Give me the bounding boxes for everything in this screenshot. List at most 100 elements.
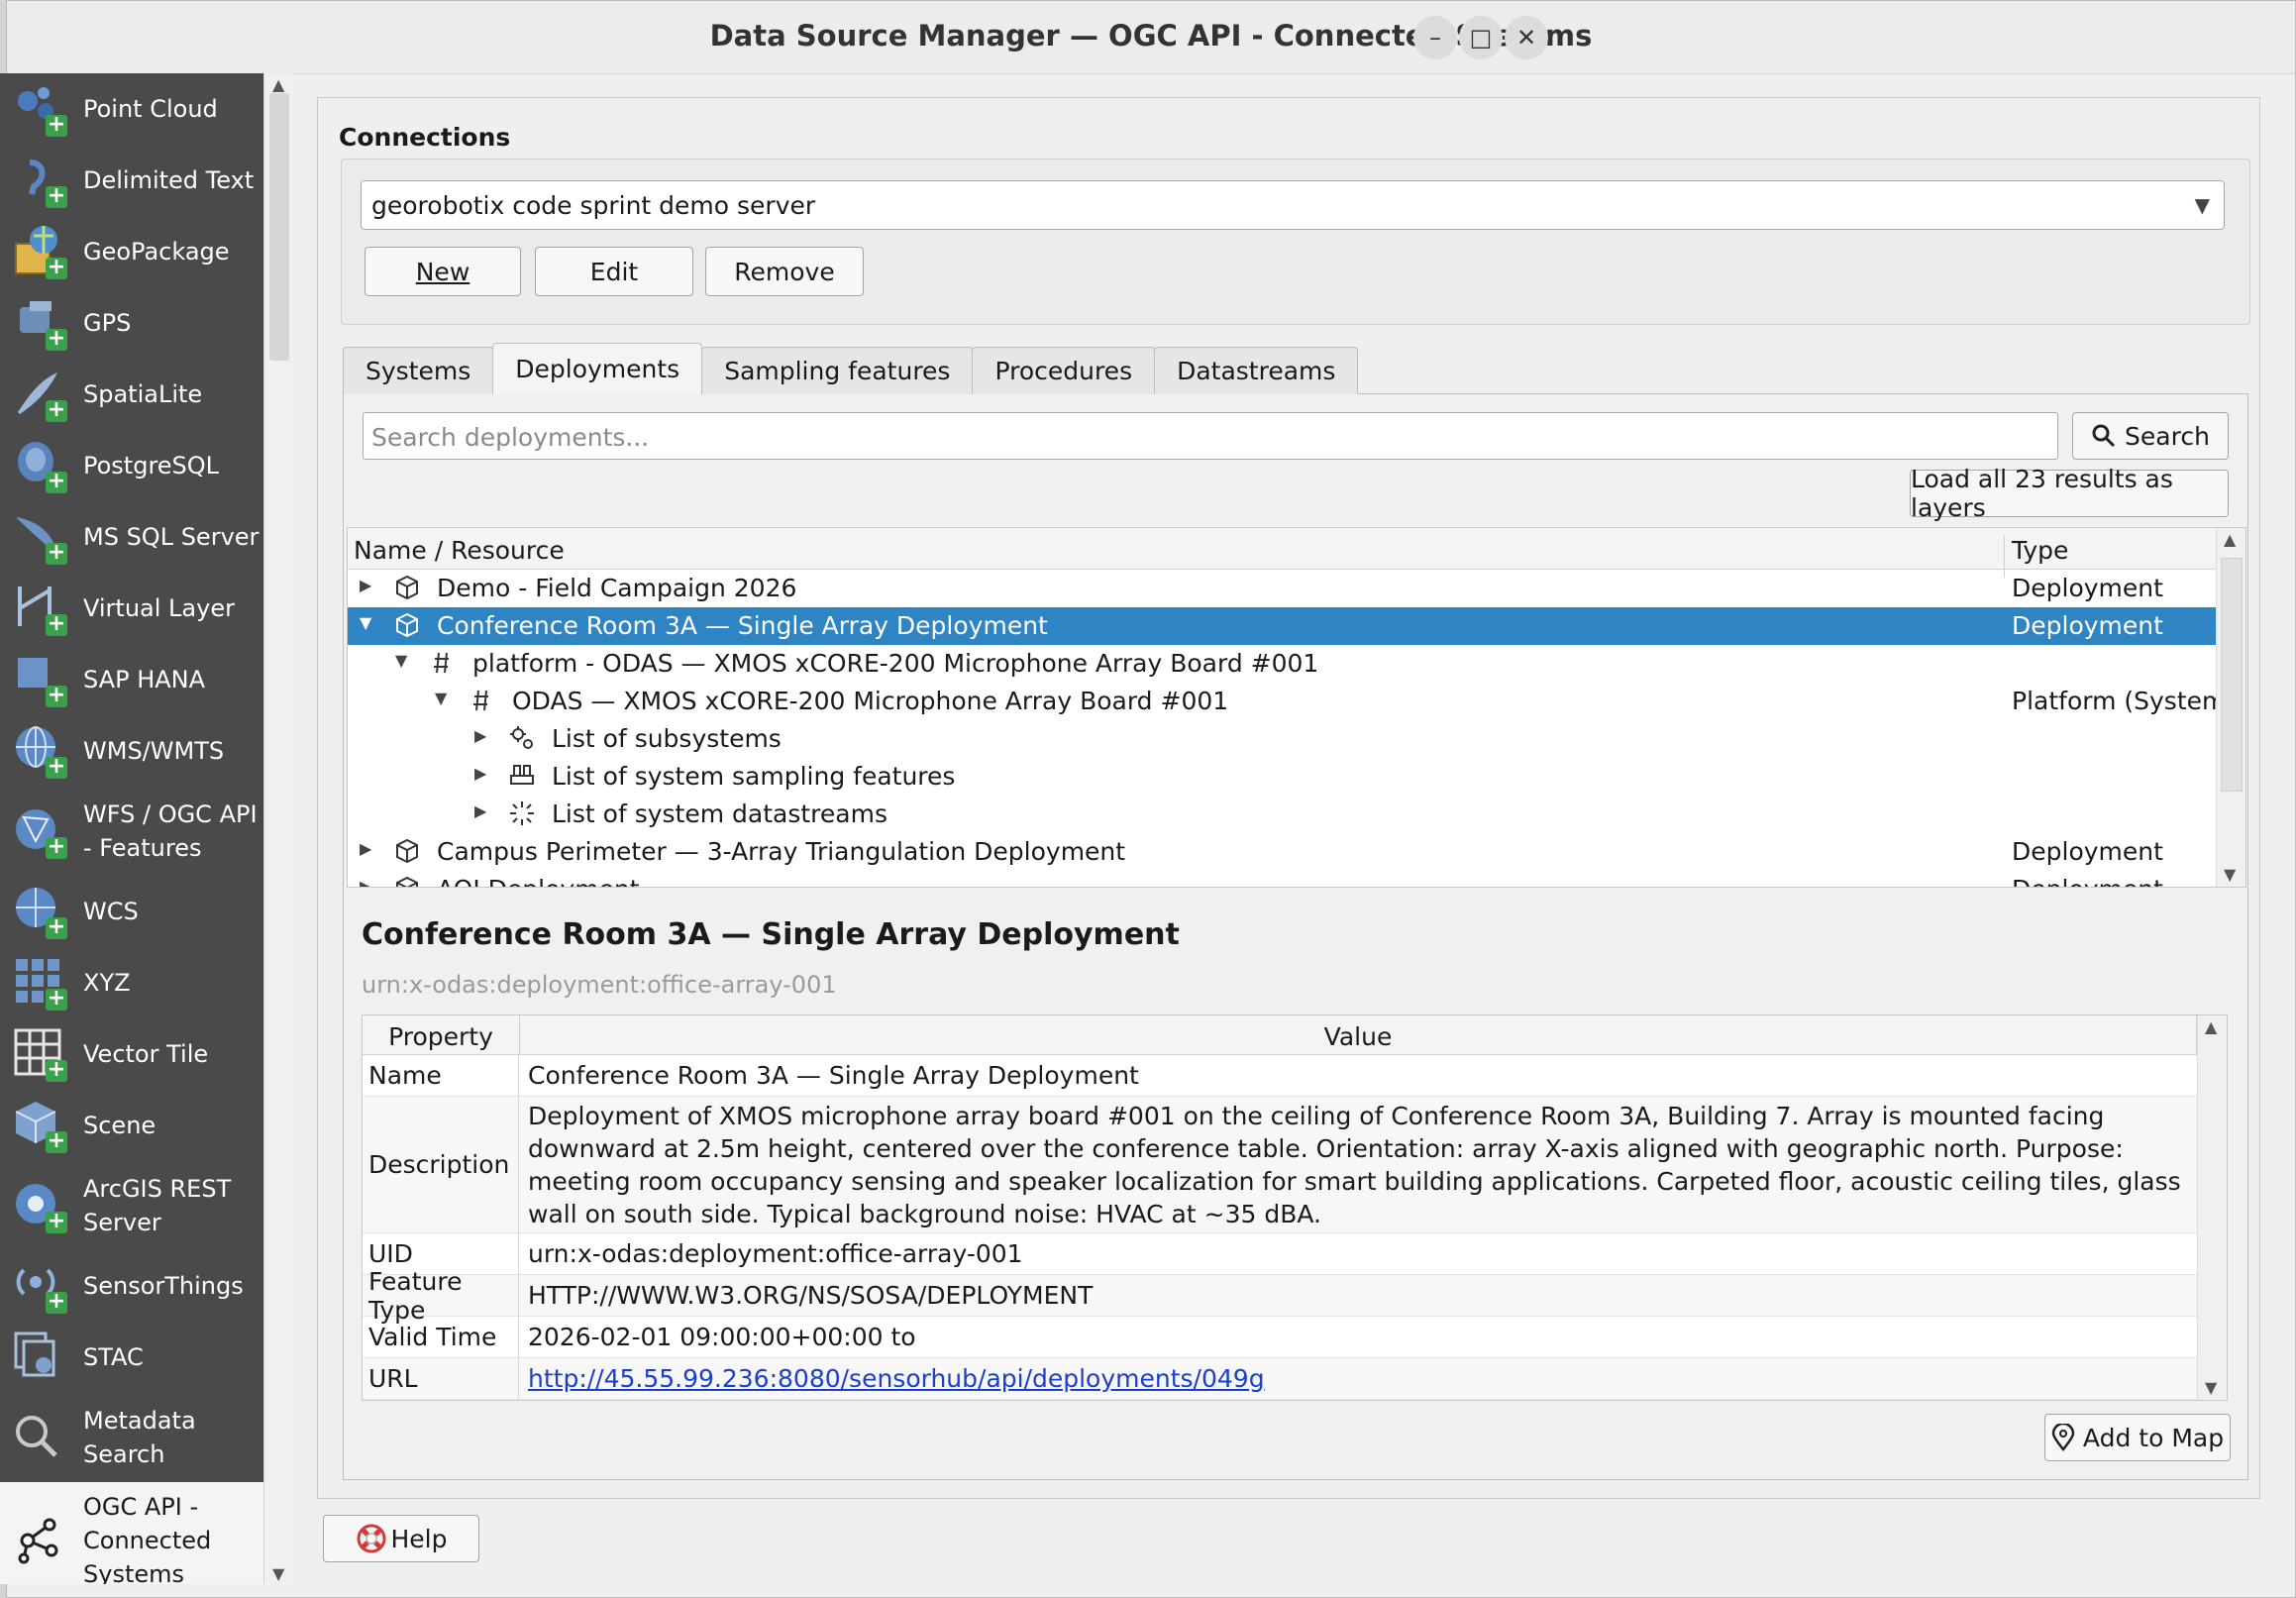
collapse-icon[interactable]: ▼ (395, 651, 407, 670)
sidebar-scroll-thumb[interactable] (269, 93, 289, 361)
expand-icon[interactable]: ▶ (360, 839, 371, 858)
sidebar-item-spatialite[interactable]: + SpatiaLite (0, 359, 263, 430)
new-connection-button[interactable]: New (365, 247, 521, 296)
tree-row[interactable]: ▶ Campus Perimeter — 3-Array Triangulati… (348, 833, 2216, 871)
sidebar-item-metadata-search[interactable]: Metadata Search (0, 1393, 263, 1482)
property-row[interactable]: Valid Time 2026-02-01 09:00:00+00:00 to (363, 1317, 2197, 1358)
scroll-up-icon[interactable]: ▲ (2224, 530, 2236, 549)
deployment-url-link[interactable]: http://45.55.99.236:8080/sensorhub/api/d… (528, 1362, 1265, 1395)
collapse-icon[interactable]: ▼ (360, 613, 371, 632)
expand-icon[interactable]: ▶ (360, 877, 371, 887)
sidebar-item-geopackage[interactable]: + GeoPackage (0, 216, 263, 287)
resource-tabs: Systems Deployments Sampling features Pr… (343, 343, 1359, 394)
sidebar-item-connected-systems[interactable]: OGC API - Connected Systems (0, 1482, 263, 1584)
scroll-down-icon[interactable]: ▼ (2205, 1378, 2217, 1397)
tab-deployments[interactable]: Deployments (492, 343, 703, 394)
properties-table: Property Value Name Conference Room 3A —… (362, 1014, 2228, 1401)
tree-scroll-thumb[interactable] (2221, 558, 2243, 792)
sidebar-item-label: XYZ (83, 969, 131, 997)
sampling-features-icon (510, 765, 534, 785)
tree-row[interactable]: ▼ platform - ODAS — XMOS xCORE-200 Micro… (348, 645, 2216, 683)
tree-row[interactable]: ▶ List of subsystems (348, 720, 2216, 758)
remove-connection-button[interactable]: Remove (705, 247, 864, 296)
sidebar-item-virtual-layer[interactable]: + Virtual Layer (0, 573, 263, 644)
scroll-down-icon[interactable]: ▼ (2224, 865, 2236, 884)
sidebar-item-sap-hana[interactable]: + SAP HANA (0, 644, 263, 715)
tree-scrollbar[interactable]: ▲ ▼ (2216, 528, 2245, 887)
tree-row-type: Deployment (2012, 837, 2163, 866)
search-placeholder: Search deployments... (371, 423, 650, 452)
chevron-down-icon: ▼ (2194, 193, 2210, 217)
virtual-layer-icon: + (10, 579, 69, 638)
property-key: Valid Time (363, 1317, 519, 1357)
datastreams-icon (510, 801, 534, 825)
tree-row[interactable]: ▶ Demo - Field Campaign 2026 Deployment (348, 570, 2216, 607)
tree-row-selected[interactable]: ▼ Conference Room 3A — Single Array Depl… (348, 607, 2216, 645)
vector-tile-icon: + (10, 1024, 69, 1084)
tree-row[interactable]: ▶ AOI Deployment Deployment (348, 871, 2216, 887)
scroll-up-icon[interactable]: ▲ (272, 75, 284, 94)
property-row[interactable]: Description Deployment of XMOS microphon… (363, 1097, 2197, 1233)
sidebar-item-arcgis[interactable]: + ArcGIS REST Server (0, 1161, 263, 1250)
connection-select[interactable]: georobotix code sprint demo server ▼ (361, 180, 2225, 230)
delimited-text-icon: + (10, 151, 69, 210)
scroll-up-icon[interactable]: ▲ (2205, 1017, 2217, 1036)
tab-datastreams[interactable]: Datastreams (1154, 347, 1359, 394)
collapse-icon[interactable]: ▼ (435, 689, 447, 707)
property-key: Name (363, 1055, 519, 1096)
tab-procedures[interactable]: Procedures (972, 347, 1156, 394)
system-icon (473, 690, 488, 711)
tree-row[interactable]: ▶ List of system sampling features (348, 758, 2216, 796)
sidebar-item-delimited-text[interactable]: + Delimited Text (0, 145, 263, 216)
help-button[interactable]: Help (323, 1515, 479, 1562)
sidebar-item-label: MS SQL Server (83, 523, 260, 551)
expand-icon[interactable]: ▶ (474, 801, 486, 820)
sidebar-item-mssql[interactable]: + MS SQL Server (0, 501, 263, 573)
sidebar-item-postgresql[interactable]: + PostgreSQL (0, 430, 263, 501)
sidebar-item-sensorthings[interactable]: + SensorThings (0, 1250, 263, 1322)
tab-systems[interactable]: Systems (343, 347, 494, 394)
sidebar-item-wcs[interactable]: + WCS (0, 876, 263, 947)
property-row[interactable]: Feature Type HTTP://WWW.W3.ORG/NS/SOSA/D… (363, 1267, 2197, 1325)
source-sidebar: + Point Cloud + Delimited Text + GeoPack… (0, 73, 263, 1584)
load-all-layers-button[interactable]: Load all 23 results as layers (1910, 465, 2229, 522)
sidebar-item-point-cloud[interactable]: + Point Cloud (0, 73, 263, 145)
tab-sampling-features[interactable]: Sampling features (701, 347, 974, 394)
close-button[interactable]: ✕ (1505, 16, 1548, 59)
wms-icon: + (10, 721, 69, 781)
property-row[interactable]: Name Conference Room 3A — Single Array D… (363, 1055, 2197, 1097)
sidebar-item-stac[interactable]: STAC (0, 1322, 263, 1393)
add-to-map-button[interactable]: Add to Map (2044, 1414, 2231, 1461)
edit-connection-button[interactable]: Edit (535, 247, 693, 296)
sidebar-scrollbar[interactable]: ▲ ▼ (263, 73, 293, 1584)
column-name-resource[interactable]: Name / Resource (354, 536, 565, 565)
search-input[interactable]: Search deployments... (363, 412, 2058, 460)
close-icon: ✕ (1515, 24, 1537, 52)
tree-row[interactable]: ▼ ODAS — XMOS xCORE-200 Microphone Array… (348, 683, 2236, 720)
gps-icon: + (10, 293, 69, 353)
deployment-cube-icon (396, 876, 418, 887)
sidebar-item-scene[interactable]: + Scene (0, 1090, 263, 1161)
minimize-button[interactable]: – (1413, 16, 1457, 59)
subsystems-gear-icon (510, 726, 533, 749)
sidebar-item-wms[interactable]: + WMS/WMTS (0, 715, 263, 787)
expand-icon[interactable]: ▶ (474, 726, 486, 745)
properties-scrollbar[interactable]: ▲ ▼ (2197, 1015, 2227, 1400)
sidebar-item-gps[interactable]: + GPS (0, 287, 263, 359)
property-row[interactable]: URL http://45.55.99.236:8080/sensorhub/a… (363, 1358, 2197, 1400)
property-row[interactable]: UID urn:x-odas:deployment:office-array-0… (363, 1233, 2197, 1275)
search-button[interactable]: Search (2072, 412, 2229, 460)
map-pin-icon (2051, 1424, 2075, 1451)
column-value[interactable]: Value (520, 1015, 2197, 1055)
sidebar-item-xyz[interactable]: + XYZ (0, 947, 263, 1018)
column-type[interactable]: Type (2012, 536, 2068, 565)
expand-icon[interactable]: ▶ (360, 576, 371, 594)
sidebar-item-wfs[interactable]: + WFS / OGC API - Features (0, 787, 263, 876)
sidebar-item-vector-tile[interactable]: + Vector Tile (0, 1018, 263, 1090)
tree-row[interactable]: ▶ List of system datastreams (348, 796, 2216, 833)
scroll-down-icon[interactable]: ▼ (272, 1564, 284, 1583)
maximize-button[interactable]: □ (1459, 16, 1503, 59)
maximize-icon: □ (1469, 24, 1493, 52)
expand-icon[interactable]: ▶ (474, 764, 486, 783)
column-property[interactable]: Property (363, 1015, 520, 1055)
